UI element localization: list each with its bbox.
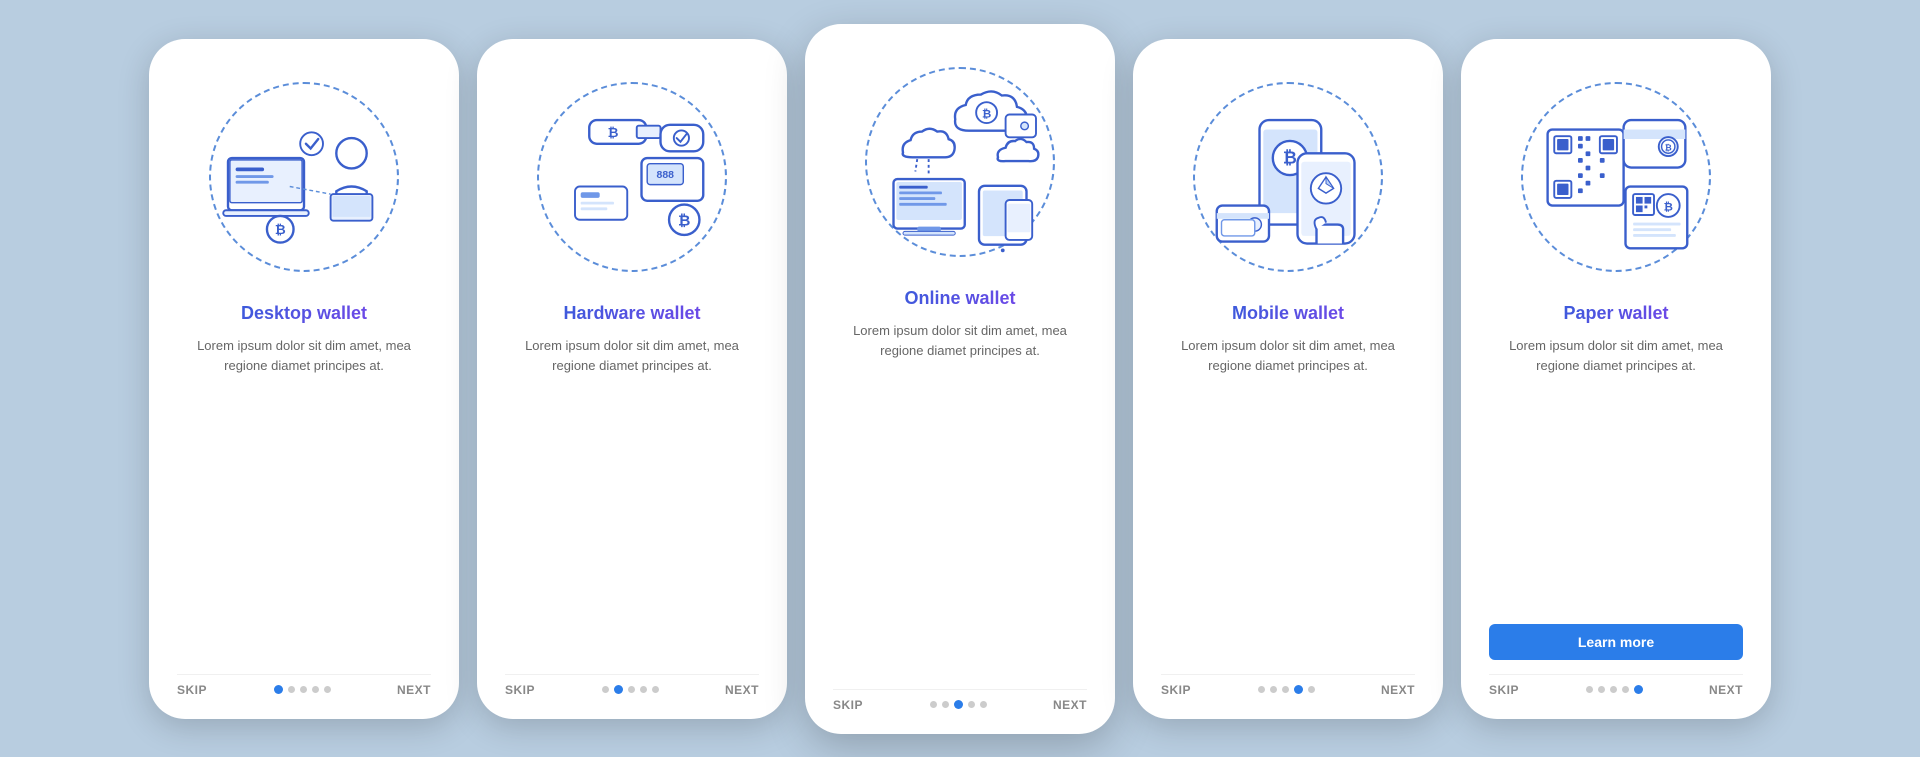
dot-2 — [614, 685, 623, 694]
online-wallet-description: Lorem ipsum dolor sit dim amet, mea regi… — [833, 321, 1087, 675]
mobile-wallet-card: ₿ Mobile wallet Lorem ipsum dolor si — [1133, 39, 1443, 719]
desktop-dots — [274, 685, 331, 694]
paper-wallet-card: ₿ ₿ Paper wallet Lorem ipsum dolor sit d… — [1461, 39, 1771, 719]
paper-wallet-description: Lorem ipsum dolor sit dim amet, mea regi… — [1489, 336, 1743, 610]
online-wallet-illustration: ₿ — [850, 52, 1070, 272]
mobile-skip-link[interactable]: SKIP — [1161, 683, 1191, 697]
hardware-dots — [602, 685, 659, 694]
dot-1 — [930, 701, 937, 708]
desktop-next-link[interactable]: NEXT — [397, 683, 431, 697]
desktop-wallet-illustration: ₿ — [194, 67, 414, 287]
dot-2 — [288, 686, 295, 693]
dot-1 — [1258, 686, 1265, 693]
dot-5 — [1634, 685, 1643, 694]
paper-dots — [1586, 685, 1643, 694]
desktop-wallet-description: Lorem ipsum dolor sit dim amet, mea regi… — [177, 336, 431, 660]
online-next-link[interactable]: NEXT — [1053, 698, 1087, 712]
mobile-next-link[interactable]: NEXT — [1381, 683, 1415, 697]
dot-4 — [312, 686, 319, 693]
dot-4 — [968, 701, 975, 708]
online-wallet-footer: SKIP NEXT — [833, 689, 1087, 712]
dot-4 — [640, 686, 647, 693]
dot-1 — [602, 686, 609, 693]
mobile-wallet-footer: SKIP NEXT — [1161, 674, 1415, 697]
paper-skip-link[interactable]: SKIP — [1489, 683, 1519, 697]
hardware-wallet-illustration: ₿ 888 ₿ — [522, 67, 742, 287]
hardware-wallet-description: Lorem ipsum dolor sit dim amet, mea regi… — [505, 336, 759, 660]
dot-3 — [628, 686, 635, 693]
dot-2 — [1270, 686, 1277, 693]
dot-5 — [324, 686, 331, 693]
dot-3 — [1282, 686, 1289, 693]
hardware-wallet-card: ₿ 888 ₿ Hardware wallet Lorem — [477, 39, 787, 719]
online-dots — [930, 700, 987, 709]
online-skip-link[interactable]: SKIP — [833, 698, 863, 712]
desktop-wallet-icon: ₿ — [209, 82, 399, 272]
dot-4 — [1622, 686, 1629, 693]
paper-wallet-footer: SKIP NEXT — [1489, 674, 1743, 697]
dot-1 — [274, 685, 283, 694]
hardware-wallet-icon: ₿ 888 ₿ — [537, 82, 727, 272]
mobile-wallet-icon: ₿ — [1193, 82, 1383, 272]
svg-text:₿: ₿ — [608, 125, 619, 140]
mobile-dots — [1258, 685, 1315, 694]
svg-text:₿: ₿ — [982, 108, 991, 120]
dot-5 — [1308, 686, 1315, 693]
cards-container: ₿ Desktop wallet Lorem ipsum dolor sit d… — [129, 4, 1791, 754]
svg-text:₿: ₿ — [678, 212, 690, 229]
svg-text:888: 888 — [657, 169, 675, 180]
paper-wallet-icon: ₿ ₿ — [1521, 82, 1711, 272]
dot-1 — [1586, 686, 1593, 693]
dot-2 — [942, 701, 949, 708]
hardware-next-link[interactable]: NEXT — [725, 683, 759, 697]
svg-text:₿: ₿ — [1665, 142, 1672, 152]
dot-3 — [300, 686, 307, 693]
online-wallet-title: Online wallet — [904, 288, 1015, 309]
dot-3 — [1610, 686, 1617, 693]
hardware-wallet-title: Hardware wallet — [563, 303, 700, 324]
desktop-skip-link[interactable]: SKIP — [177, 683, 207, 697]
mobile-wallet-title: Mobile wallet — [1232, 303, 1344, 324]
hardware-wallet-footer: SKIP NEXT — [505, 674, 759, 697]
online-wallet-icon: ₿ — [865, 67, 1055, 257]
dot-4 — [1294, 685, 1303, 694]
dot-5 — [652, 686, 659, 693]
dot-2 — [1598, 686, 1605, 693]
hardware-skip-link[interactable]: SKIP — [505, 683, 535, 697]
paper-next-link[interactable]: NEXT — [1709, 683, 1743, 697]
svg-text:₿: ₿ — [275, 222, 286, 237]
paper-wallet-illustration: ₿ ₿ — [1506, 67, 1726, 287]
online-wallet-card: ₿ — [805, 24, 1115, 734]
desktop-wallet-footer: SKIP NEXT — [177, 674, 431, 697]
svg-text:₿: ₿ — [1283, 148, 1297, 167]
svg-text:₿: ₿ — [1664, 201, 1673, 213]
mobile-wallet-illustration: ₿ — [1178, 67, 1398, 287]
desktop-wallet-title: Desktop wallet — [241, 303, 367, 324]
mobile-wallet-description: Lorem ipsum dolor sit dim amet, mea regi… — [1161, 336, 1415, 660]
dot-5 — [980, 701, 987, 708]
paper-wallet-title: Paper wallet — [1563, 303, 1668, 324]
desktop-wallet-card: ₿ Desktop wallet Lorem ipsum dolor sit d… — [149, 39, 459, 719]
dot-3 — [954, 700, 963, 709]
learn-more-button[interactable]: Learn more — [1489, 624, 1743, 660]
